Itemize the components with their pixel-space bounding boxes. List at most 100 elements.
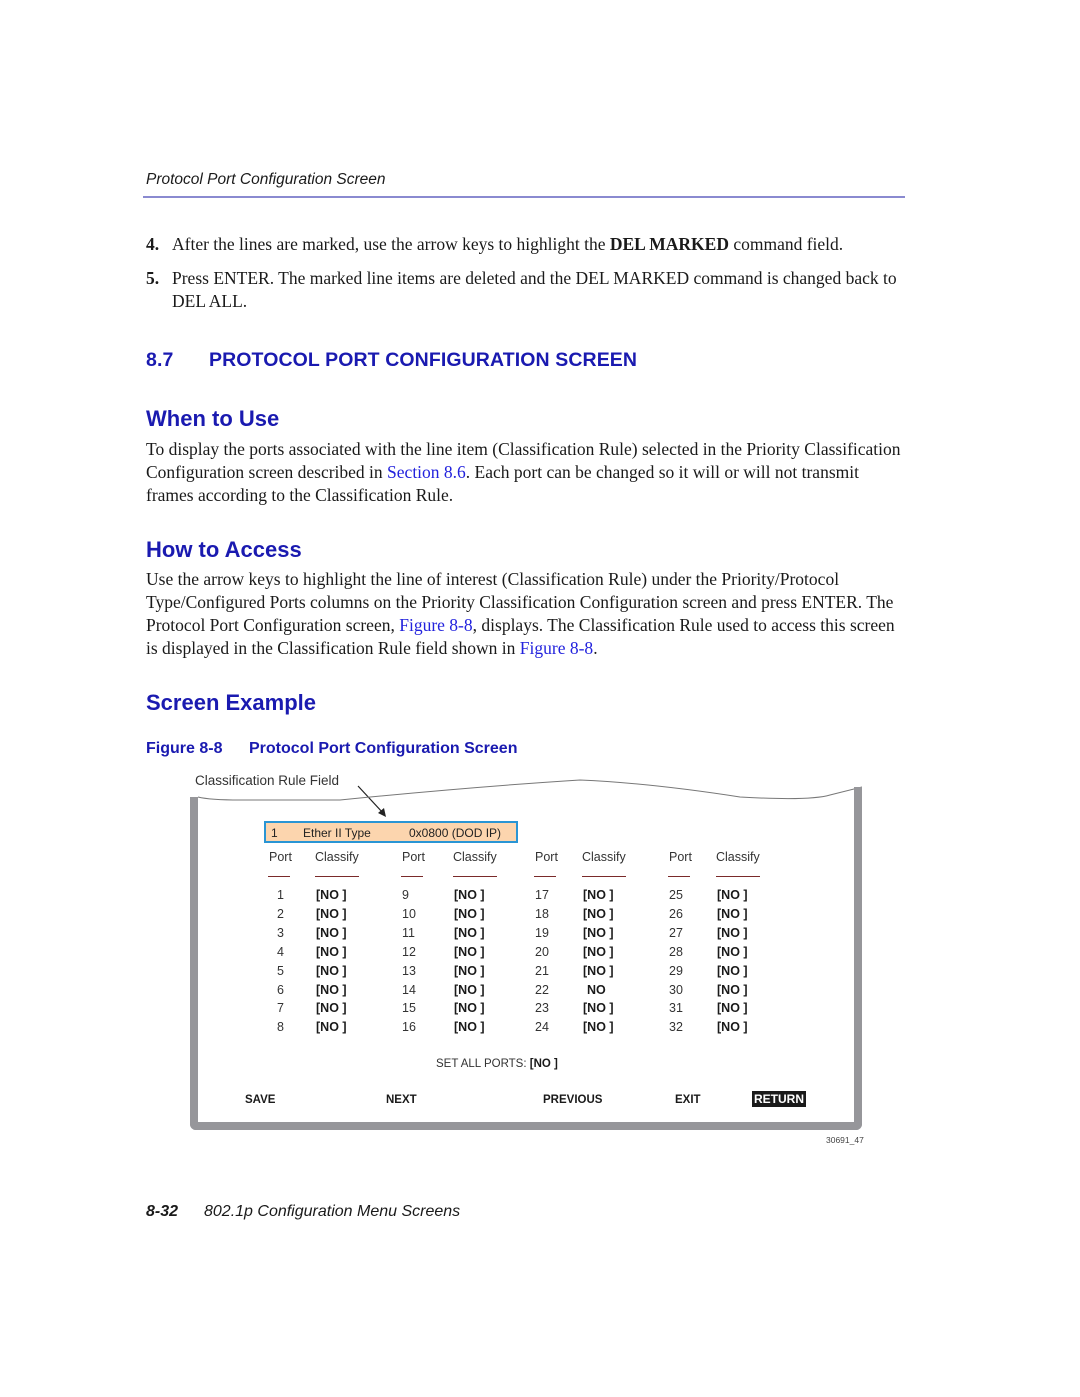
port-classify-value[interactable]: [NO ] <box>454 907 485 921</box>
frame-bottom <box>190 1122 862 1130</box>
header-underline <box>268 876 290 877</box>
port-number: 4 <box>277 944 284 959</box>
header-underline <box>401 876 423 877</box>
step-5: 5. Press ENTER. The marked line items ar… <box>146 267 906 313</box>
step-text-pre: After the lines are marked, use the arro… <box>172 234 610 254</box>
port-number: 18 <box>535 906 549 921</box>
port-classify-value[interactable]: [NO ] <box>454 945 485 959</box>
column-header-classify: Classify <box>716 850 760 864</box>
set-all-ports[interactable]: SET ALL PORTS: [NO ] <box>436 1058 558 1070</box>
set-all-value[interactable]: [NO ] <box>530 1058 558 1070</box>
column-header-classify: Classify <box>582 850 626 864</box>
return-command[interactable]: RETURN <box>752 1091 806 1107</box>
port-classify-value[interactable]: [NO ] <box>454 964 485 978</box>
step-text-post: command field. <box>728 234 844 254</box>
figure-label: Figure 8-8 <box>146 740 223 757</box>
port-number: 32 <box>669 1020 683 1035</box>
port-number: 5 <box>277 963 284 978</box>
exit-command[interactable]: EXIT <box>675 1094 701 1106</box>
port-classify-value[interactable]: [NO ] <box>583 888 614 902</box>
port-classify-value[interactable]: [NO ] <box>316 945 347 959</box>
header-underline <box>453 876 497 877</box>
column-header-port: Port <box>269 850 292 864</box>
set-all-label: SET ALL PORTS: <box>436 1058 530 1070</box>
port-classify-value[interactable]: [NO ] <box>316 926 347 940</box>
port-classify-value[interactable]: [NO ] <box>717 1001 748 1015</box>
when-to-use-heading: When to Use <box>146 406 280 431</box>
column-header-port: Port <box>535 850 558 864</box>
port-classify-value[interactable]: [NO ] <box>717 888 748 902</box>
port-classify-value[interactable]: [NO ] <box>316 983 347 997</box>
how-to-access-paragraph: Use the arrow keys to highlight the line… <box>146 568 908 660</box>
header-underline <box>716 876 760 877</box>
step-text: After the lines are marked, use the arro… <box>172 233 906 256</box>
header-underline <box>582 876 626 877</box>
next-command[interactable]: NEXT <box>386 1094 417 1106</box>
step-text-bold: DEL MARKED <box>609 234 729 254</box>
port-classify-value[interactable]: [NO ] <box>583 926 614 940</box>
port-classify-value[interactable]: [NO ] <box>717 945 748 959</box>
classification-rule-field[interactable]: 1 Ether II Type 0x0800 (DOD IP) <box>264 821 518 843</box>
step-4: 4. After the lines are marked, use the a… <box>146 233 906 256</box>
section-link[interactable]: Section 8.6 <box>387 462 466 482</box>
port-number: 26 <box>669 906 683 921</box>
port-number: 11 <box>402 925 415 940</box>
port-classify-value[interactable]: [NO ] <box>316 907 347 921</box>
port-classify-value[interactable]: [NO ] <box>454 926 485 940</box>
port-number: 10 <box>402 906 416 921</box>
section-number: 8.7 <box>146 349 174 371</box>
section-heading: 8.7 PROTOCOL PORT CONFIGURATION SCREEN <box>146 349 637 372</box>
port-classify-value[interactable]: [NO ] <box>454 983 485 997</box>
step-number: 4. <box>146 234 160 254</box>
figure-link[interactable]: Figure 8-8 <box>399 615 472 635</box>
port-classify-value[interactable]: [NO ] <box>316 1001 347 1015</box>
port-number: 7 <box>277 1001 284 1016</box>
port-number: 19 <box>535 925 549 940</box>
port-classify-value[interactable]: [NO ] <box>717 926 748 940</box>
figure-link[interactable]: Figure 8-8 <box>520 638 593 658</box>
header-underline <box>534 876 556 877</box>
running-header: Protocol Port Configuration Screen <box>146 171 386 188</box>
port-classify-value[interactable]: [NO ] <box>454 1001 485 1015</box>
port-classify-value[interactable]: [NO ] <box>583 1020 614 1034</box>
port-classify-value[interactable]: [NO ] <box>316 1020 347 1034</box>
figure-caption: Figure 8-8 Protocol Port Configuration Sc… <box>146 740 517 758</box>
port-classify-value[interactable]: [NO ] <box>454 1020 485 1034</box>
port-classify-value[interactable]: [NO ] <box>454 888 485 902</box>
port-number: 23 <box>535 1001 549 1016</box>
port-number: 22 <box>535 982 549 997</box>
rule-index: 1 <box>271 826 278 840</box>
port-classify-value[interactable]: [NO ] <box>717 964 748 978</box>
port-number: 6 <box>277 982 284 997</box>
figure-title: Protocol Port Configuration Screen <box>249 740 518 757</box>
header-underline <box>315 876 359 877</box>
port-classify-value[interactable]: [NO ] <box>583 945 614 959</box>
port-number: 20 <box>535 944 549 959</box>
port-number: 12 <box>402 944 416 959</box>
port-classify-value[interactable]: [NO ] <box>717 907 748 921</box>
port-classify-value[interactable]: [NO ] <box>717 983 748 997</box>
port-classify-value[interactable]: [NO ] <box>583 964 614 978</box>
port-number: 15 <box>402 1001 416 1016</box>
port-number: 25 <box>669 888 683 902</box>
column-header-port: Port <box>669 850 692 864</box>
port-number: 14 <box>402 982 416 997</box>
port-number: 31 <box>669 1001 683 1016</box>
port-classify-value[interactable]: [NO ] <box>316 888 347 902</box>
port-number: 8 <box>277 1020 284 1035</box>
previous-command[interactable]: PREVIOUS <box>543 1094 602 1106</box>
port-classify-value[interactable]: NO <box>587 983 606 997</box>
port-classify-value[interactable]: [NO ] <box>316 964 347 978</box>
when-to-use-paragraph: To display the ports associated with the… <box>146 438 908 507</box>
port-classify-value[interactable]: [NO ] <box>583 907 614 921</box>
save-command[interactable]: SAVE <box>245 1094 275 1106</box>
column-header-classify: Classify <box>453 850 497 864</box>
step-number: 5. <box>146 268 160 288</box>
column-header-port: Port <box>402 850 425 864</box>
para-text: . <box>593 638 598 658</box>
port-number: 1 <box>277 888 284 902</box>
header-rule <box>143 196 905 198</box>
port-number: 30 <box>669 982 683 997</box>
port-classify-value[interactable]: [NO ] <box>583 1001 614 1015</box>
port-classify-value[interactable]: [NO ] <box>717 1020 748 1034</box>
